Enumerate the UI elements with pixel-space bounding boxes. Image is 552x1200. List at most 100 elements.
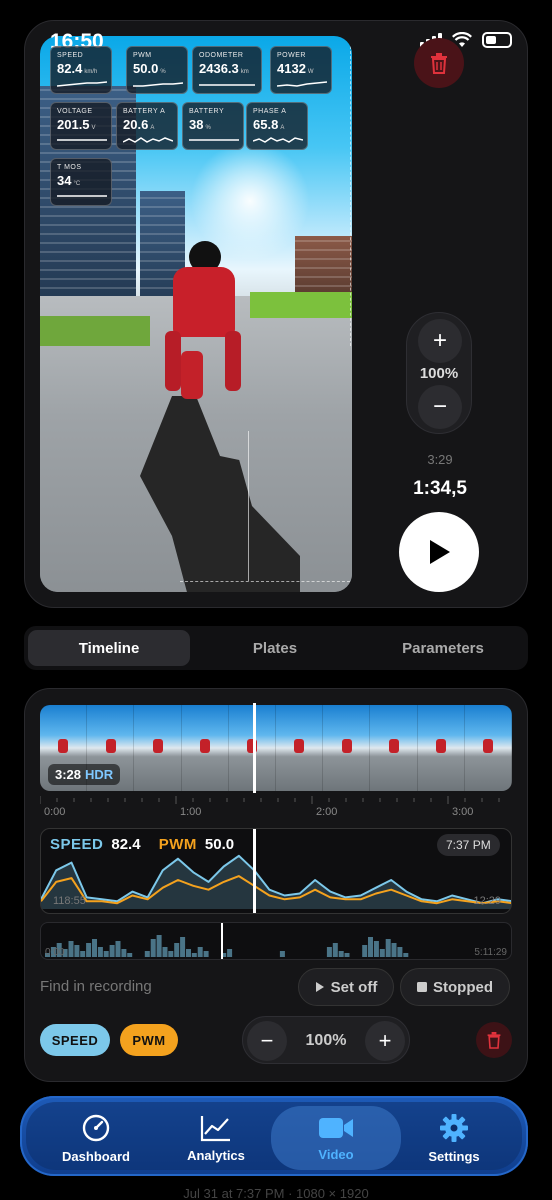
- ruler-label: 1:00: [180, 806, 202, 818]
- chart-start-time: 118:55: [53, 895, 86, 907]
- overview-bar: [174, 943, 180, 957]
- tab-video[interactable]: Video: [271, 1106, 401, 1170]
- tab-analytics[interactable]: Analytics: [156, 1106, 276, 1170]
- play-small-icon: [315, 982, 324, 992]
- plate-phase-a[interactable]: PHASE A 65.8 A: [246, 102, 308, 150]
- recording-overview[interactable]: 0:00 5:11:29: [40, 922, 512, 960]
- overview-bar: [144, 951, 150, 957]
- overview-bar: [227, 949, 233, 957]
- plate-value: 82.4: [57, 61, 83, 76]
- clip-length: 3:28: [55, 767, 82, 782]
- plate-value: 2436.3: [199, 61, 239, 76]
- plate-label: PWM: [133, 52, 152, 59]
- plate-battery[interactable]: BATTERY 38%: [182, 102, 244, 150]
- tab-label: Video: [318, 1146, 354, 1162]
- plate-label: PHASE A: [253, 108, 287, 115]
- plate-value: 38: [189, 117, 204, 132]
- plate-speed[interactable]: SPEED 82.4 km/h: [50, 46, 112, 94]
- sparkline: [57, 81, 107, 87]
- plate-unit: %: [160, 69, 166, 75]
- tag-pwm[interactable]: PWM: [120, 1024, 178, 1056]
- overview-start: 0:00: [45, 947, 65, 958]
- sparkline: [123, 137, 173, 143]
- center-guide: [248, 431, 249, 581]
- plate-pwm[interactable]: PWM 50.0%: [126, 46, 188, 94]
- preview-zoom-control: + 100% −: [406, 312, 472, 434]
- plate-t-mos[interactable]: T MOS 34 °C: [50, 158, 112, 206]
- filmstrip-playhead[interactable]: [253, 703, 256, 793]
- play-button[interactable]: [399, 512, 479, 592]
- overview-bar: [74, 945, 80, 957]
- plate-label: POWER: [277, 52, 306, 59]
- set-off-label: Set off: [330, 978, 378, 996]
- overview-bar: [68, 941, 74, 957]
- tab-settings[interactable]: Settings: [394, 1106, 514, 1170]
- plate-unit: A: [150, 125, 155, 131]
- timeline-zoom-in-button[interactable]: +: [365, 1021, 405, 1061]
- chart-legend: SPEED 82.4 PWM 50.0: [50, 836, 234, 853]
- overview-bar: [344, 953, 350, 957]
- current-time: 1:34,5: [413, 478, 467, 499]
- clip-info-badge: 3:28 HDR: [48, 764, 121, 785]
- chart-end-time: 12:29: [473, 895, 501, 907]
- play-icon: [430, 540, 450, 564]
- delete-chart-button[interactable]: [476, 1022, 512, 1058]
- overview-bar: [80, 951, 86, 957]
- overview-bar: [332, 943, 338, 957]
- tab-label: Analytics: [187, 1147, 245, 1163]
- tab-plates[interactable]: Plates: [194, 630, 356, 666]
- overview-bar: [379, 949, 385, 957]
- overview-marker[interactable]: [221, 923, 223, 959]
- photo-caption: Jul 31 at 7:37 PM · 1080 × 1920: [183, 1186, 369, 1200]
- overview-bar: [326, 947, 332, 957]
- plate-battery-a[interactable]: BATTERY A 20.6 A: [116, 102, 178, 150]
- video-duration: 3:29: [427, 452, 453, 467]
- legend-pwm-value: 50.0: [204, 836, 235, 853]
- stopped-button[interactable]: Stopped: [400, 968, 510, 1006]
- overview-chart-svg: [45, 935, 409, 957]
- overview-bar: [168, 951, 174, 957]
- ruler-label: 2:00: [316, 806, 338, 818]
- sparkline: [189, 139, 239, 141]
- plate-unit: °C: [73, 181, 81, 187]
- sparkline: [57, 139, 107, 141]
- overview-bar: [127, 953, 133, 957]
- delete-video-button[interactable]: [414, 38, 464, 88]
- tab-dashboard[interactable]: Dashboard: [36, 1106, 156, 1170]
- tab-timeline[interactable]: Timeline: [28, 630, 190, 666]
- overview-bar: [186, 949, 191, 957]
- overview-bar: [362, 945, 368, 957]
- grass: [250, 292, 352, 318]
- safe-area-guide: [180, 581, 350, 582]
- tab-label: Dashboard: [62, 1148, 130, 1164]
- overview-bar: [121, 949, 127, 957]
- filmstrip-frame: [417, 705, 465, 791]
- hdr-badge: HDR: [85, 767, 114, 782]
- plate-unit: %: [205, 125, 211, 131]
- ruler-ticks: [40, 796, 500, 804]
- plate-voltage[interactable]: VOLTAGE 201.5 V: [50, 102, 112, 150]
- plate-label: SPEED: [57, 52, 84, 59]
- plate-value: 50.0: [133, 61, 159, 76]
- zoom-out-button[interactable]: −: [418, 385, 462, 429]
- plate-power[interactable]: POWER 4132 W: [270, 46, 332, 94]
- overview-bar: [86, 943, 92, 957]
- editor-segmented-control: Timeline Plates Parameters: [24, 626, 528, 670]
- set-off-button[interactable]: Set off: [298, 968, 394, 1006]
- chart-playhead[interactable]: [253, 829, 256, 913]
- gear-icon: [440, 1113, 468, 1142]
- overview-bar: [338, 951, 344, 957]
- sparkline: [57, 195, 107, 197]
- stopped-label: Stopped: [433, 978, 493, 996]
- overview-bar: [162, 947, 168, 957]
- plate-value: 20.6: [123, 117, 149, 132]
- plate-unit: km/h: [84, 69, 98, 75]
- zoom-in-button[interactable]: +: [418, 319, 462, 363]
- tag-speed[interactable]: SPEED: [40, 1024, 110, 1056]
- plate-unit: km: [240, 69, 249, 75]
- tab-parameters[interactable]: Parameters: [362, 630, 524, 666]
- ruler-label: 0:00: [44, 806, 66, 818]
- plate-odometer[interactable]: ODOMETER 2436.3 km: [192, 46, 262, 94]
- filmstrip-frame: [134, 705, 182, 791]
- filmstrip-frame: [181, 705, 229, 791]
